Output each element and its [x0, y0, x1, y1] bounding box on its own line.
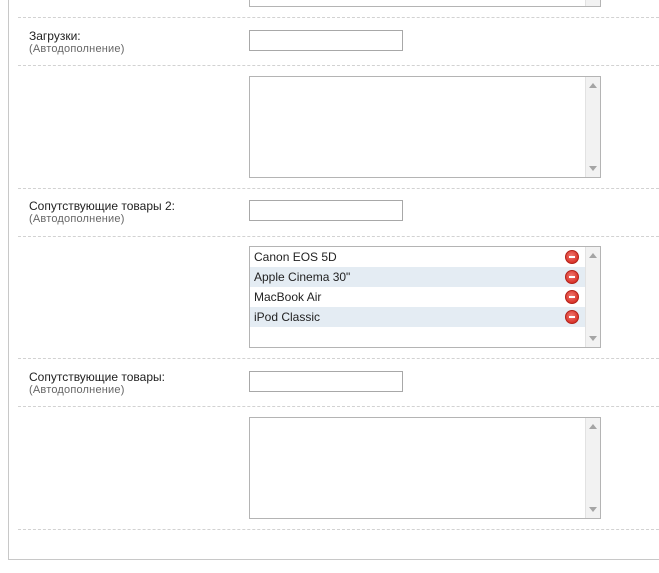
- divider: [18, 406, 659, 407]
- related-label: Сопутствующие товары:: [29, 370, 165, 384]
- divider: [18, 65, 659, 66]
- divider: [18, 188, 659, 189]
- list-item: Canon EOS 5D: [250, 247, 585, 267]
- arrow-up-icon[interactable]: [589, 424, 597, 429]
- downloads-label: Загрузки:: [29, 29, 81, 43]
- list-item-label: Canon EOS 5D: [254, 250, 337, 264]
- minus-circle-icon[interactable]: [565, 250, 579, 264]
- related-listbox[interactable]: [249, 417, 601, 519]
- divider: [18, 529, 659, 530]
- minus-circle-icon[interactable]: [565, 270, 579, 284]
- arrow-up-icon[interactable]: [589, 83, 597, 88]
- listbox-previous[interactable]: [249, 0, 601, 7]
- related-autocomplete-input[interactable]: [249, 371, 403, 392]
- arrow-down-icon[interactable]: [589, 507, 597, 512]
- scrollbar[interactable]: [585, 77, 600, 177]
- list-item-label: Apple Cinema 30": [254, 270, 351, 284]
- list-item: MacBook Air: [250, 287, 585, 307]
- divider: [18, 17, 659, 18]
- related2-listbox[interactable]: Canon EOS 5D Apple Cinema 30" MacBook Ai…: [249, 246, 601, 348]
- arrow-up-icon[interactable]: [589, 253, 597, 258]
- list-item-label: iPod Classic: [254, 310, 321, 324]
- related-hint: (Автодополнение): [29, 384, 125, 396]
- divider: [18, 236, 659, 237]
- arrow-down-icon[interactable]: [589, 166, 597, 171]
- downloads-autocomplete-input[interactable]: [249, 30, 403, 51]
- related2-autocomplete-input[interactable]: [249, 200, 403, 221]
- list-item-label: MacBook Air: [254, 290, 322, 304]
- minus-circle-icon[interactable]: [565, 290, 579, 304]
- list-item: Apple Cinema 30": [250, 267, 585, 287]
- downloads-hint: (Автодополнение): [29, 43, 125, 55]
- minus-circle-icon[interactable]: [565, 310, 579, 324]
- list-item: iPod Classic: [250, 307, 585, 327]
- scrollbar[interactable]: [585, 418, 600, 518]
- related2-hint: (Автодополнение): [29, 213, 125, 225]
- arrow-down-icon[interactable]: [589, 336, 597, 341]
- scrollbar[interactable]: [585, 0, 600, 6]
- scrollbar[interactable]: [585, 247, 600, 347]
- divider: [18, 358, 659, 359]
- related2-label: Сопутствующие товары 2:: [29, 199, 175, 213]
- downloads-listbox[interactable]: [249, 76, 601, 178]
